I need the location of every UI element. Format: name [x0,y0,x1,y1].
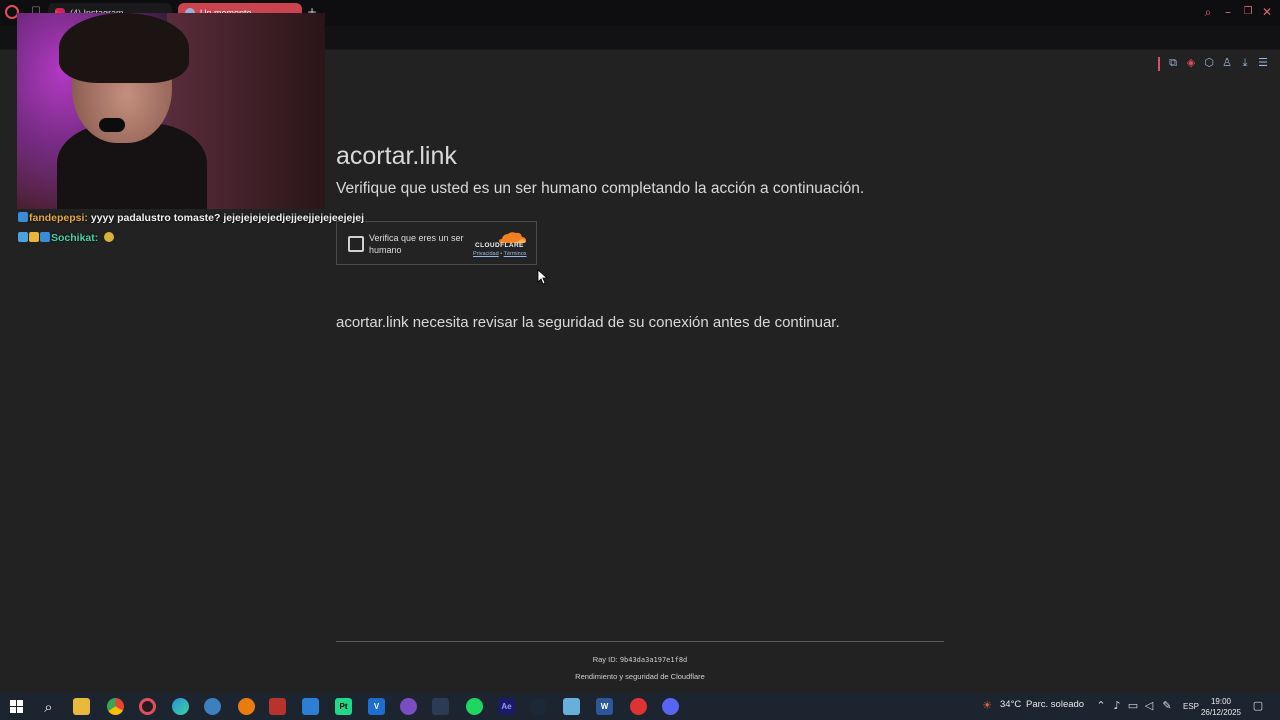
weather-temperature[interactable]: 34°C [1000,699,1021,710]
turnstile-links: Privacidad • Términos [473,251,527,257]
spotify-icon[interactable] [466,698,483,715]
ray-id-label: Ray ID: [592,655,618,664]
mouse-cursor-icon [537,269,549,285]
file-explorer-icon[interactable] [73,698,90,715]
weather-icon[interactable]: ☀ [980,699,994,713]
privacy-link[interactable]: Privacidad [473,251,499,257]
obs-icon[interactable] [400,698,417,715]
chat-badge-icon [40,232,50,242]
ray-id-value: 9b43da3a197e1f8d [619,656,688,664]
chevron-up-icon[interactable]: ⌃ [1094,699,1108,713]
webcam-overlay [17,13,325,209]
windows-start-icon[interactable] [8,698,25,715]
after-effects-icon[interactable]: Ae [498,698,515,715]
emote-icon [104,232,115,242]
edge-icon[interactable] [172,698,189,715]
microphone-icon [99,118,125,132]
network-icon[interactable]: ▭ [1126,699,1140,713]
chat-message: fandepepsi: yyyy padalustro tomaste? jej… [18,211,398,231]
clock-date: 26/12/2025 [1200,708,1242,717]
photos-icon[interactable] [302,698,319,715]
chat-username: fandepepsi: [29,212,88,224]
weather-condition[interactable]: Parc. soleado [1026,699,1084,710]
clock[interactable]: 19:00 26/12/2025 [1198,696,1244,718]
app-icon-2[interactable] [630,698,647,715]
microphone-icon[interactable]: ♪ [1110,699,1124,713]
link-separator: • [500,251,503,257]
page-subtitle: Verifique que usted es un ser humano com… [336,180,865,197]
blender-icon[interactable] [238,698,255,715]
language-indicator[interactable]: ESP [1183,702,1199,711]
toolbar-separator [1158,57,1160,71]
clock-time: 19:00 [1210,697,1232,706]
volume-icon[interactable]: ◁ [1142,699,1156,713]
chat-username: Sochikat: [51,232,99,244]
terms-link[interactable]: Términos [504,251,527,257]
translate-icon[interactable]: ⧉ [1166,56,1180,70]
page-title: acortar.link [336,142,457,170]
webcam-streamer-hair [59,13,189,83]
screen: ☐ (4) Instagram Un momento… + ⌕ – ❐ ✕ ⧉ … [0,0,1280,720]
stream-chat-overlay: fandepepsi: yyyy padalustro tomaste? jej… [18,211,398,251]
download-icon[interactable]: ⤓ [1238,56,1252,70]
chat-message: Sochikat: [18,231,398,251]
search-tabs-icon[interactable]: ⌕ [1200,4,1216,20]
opera-icon[interactable] [139,698,156,715]
voice-app-icon[interactable] [269,698,286,715]
sword-badge-icon [18,232,28,242]
vpn-icon[interactable]: ◈ [1184,56,1198,70]
crown-badge-icon [29,232,39,242]
extensions-icon[interactable]: ⬡ [1202,56,1216,70]
credit-prefix: Rendimiento y seguridad de [575,672,669,681]
app-icon[interactable] [204,698,221,715]
cloudflare-link[interactable]: Cloudflare [671,672,705,681]
easy-setup-icon[interactable]: ☰ [1256,56,1270,70]
visual-studio-icon[interactable]: V [368,698,385,715]
word-icon[interactable]: W [596,698,613,715]
pycharm-icon[interactable]: Pt [335,698,352,715]
cloudflare-logo-text: CLOUDFLARE [475,242,524,249]
discord-icon[interactable] [662,698,679,715]
davinci-icon[interactable] [432,698,449,715]
close-icon[interactable]: ✕ [1259,4,1275,20]
cloudflare-credit: Rendimiento y seguridad de Cloudflare [336,672,944,681]
search-icon[interactable]: ⌕ [40,698,57,716]
minimize-icon[interactable]: – [1220,4,1236,20]
notifications-icon[interactable]: ▢ [1251,699,1265,713]
profile-icon[interactable]: ♙ [1220,56,1234,70]
ray-id: Ray ID: 9b43da3a197e1f8d [336,655,944,664]
footer-divider [336,641,944,642]
chrome-icon[interactable] [107,698,124,715]
pen-icon[interactable]: ✎ [1160,699,1174,713]
steam-icon[interactable] [530,698,547,715]
notepad-icon[interactable] [563,698,580,715]
restore-icon[interactable]: ❐ [1240,4,1256,20]
chat-badge-icon [18,212,28,222]
windows-taskbar: ⌕ Pt V Ae W ☀ 34°C Parc. soleado ⌃ ♪ ▭ ◁… [0,693,1280,720]
security-message: acortar.link necesita revisar la segurid… [336,314,840,331]
chat-text: yyyy padalustro tomaste? jejejejejejedje… [90,212,365,224]
